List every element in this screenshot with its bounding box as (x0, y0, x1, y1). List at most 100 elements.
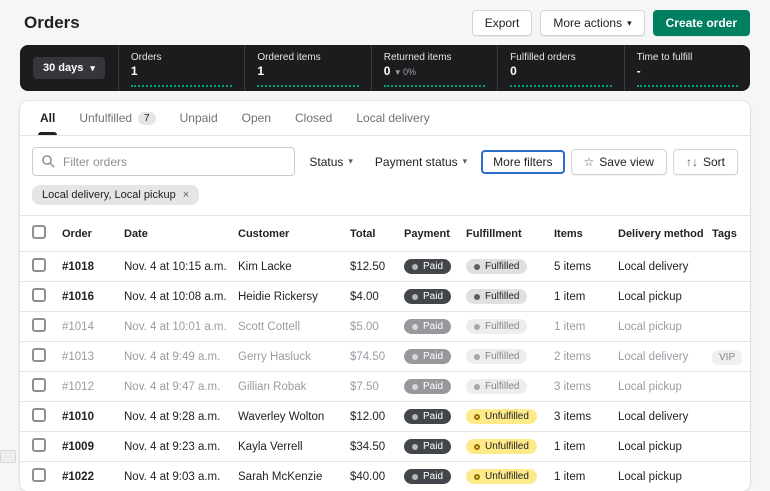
stat-fulfilled-orders[interactable]: Fulfilled orders 0 (497, 45, 623, 91)
customer-name: Gerry Hasluck (238, 351, 350, 363)
order-number[interactable]: #1016 (62, 291, 124, 303)
stat-returned-items[interactable]: Returned items 0 ▾ 0% (371, 45, 497, 91)
order-number[interactable]: #1009 (62, 441, 124, 453)
tab-closed[interactable]: Closed (283, 101, 344, 135)
items-count: 5 items (554, 261, 618, 273)
status-filter-button[interactable]: Status ▾ (301, 149, 361, 175)
more-filters-button[interactable]: More filters (481, 150, 564, 174)
sparkline (131, 85, 232, 87)
table-row[interactable]: #1009 Nov. 4 at 9:23 a.m. Kayla Verrell … (20, 432, 750, 462)
order-tag: VIP (712, 350, 742, 365)
items-count: 3 items (554, 381, 618, 393)
payment-status-filter-label: Payment status (375, 155, 458, 169)
row-checkbox[interactable] (32, 378, 46, 392)
fulfillment-status-badge: Unfulfilled (466, 409, 537, 424)
stat-value: 1 (131, 64, 232, 78)
column-header-total[interactable]: Total (350, 228, 404, 240)
column-header-customer[interactable]: Customer (238, 228, 350, 240)
sort-button[interactable]: ↑↓ Sort (673, 149, 738, 175)
tab-all[interactable]: All (28, 101, 67, 135)
table-row[interactable]: #1012 Nov. 4 at 9:47 a.m. Gillian Robak … (20, 372, 750, 402)
status-dot-icon (474, 354, 480, 360)
save-view-button[interactable]: ☆ Save view (571, 149, 667, 175)
column-header-date[interactable]: Date (124, 228, 238, 240)
tab-open[interactable]: Open (230, 101, 283, 135)
more-actions-button[interactable]: More actions ▾ (540, 10, 644, 36)
sparkline (384, 85, 485, 87)
stat-orders[interactable]: Orders 1 (118, 45, 244, 91)
items-count: 2 items (554, 351, 618, 363)
status-dot-icon (412, 324, 418, 330)
column-header-fulfillment[interactable]: Fulfillment (466, 228, 554, 240)
row-checkbox[interactable] (32, 408, 46, 422)
row-checkbox[interactable] (32, 318, 46, 332)
fulfillment-status-badge: Unfulfilled (466, 439, 537, 454)
fulfillment-status-label: Fulfilled (485, 321, 519, 332)
table-row[interactable]: #1013 Nov. 4 at 9:49 a.m. Gerry Hasluck … (20, 342, 750, 372)
fulfillment-status-label: Fulfilled (485, 351, 519, 362)
filter-toolbar: Status ▾ Payment status ▾ More filters ☆… (20, 136, 750, 183)
search-field (32, 147, 295, 176)
date-range-label: 30 days (43, 62, 83, 74)
order-number[interactable]: #1013 (62, 351, 124, 363)
checkbox-cell (32, 258, 62, 275)
table-row[interactable]: #1022 Nov. 4 at 9:03 a.m. Sarah McKenzie… (20, 462, 750, 491)
tab-local-delivery[interactable]: Local delivery (344, 101, 441, 135)
column-header-tags[interactable]: Tags (712, 228, 738, 240)
order-number[interactable]: #1018 (62, 261, 124, 273)
tab-label: Unfulfilled (79, 111, 132, 125)
fulfillment-status-badge: Unfulfilled (466, 469, 537, 484)
filter-orders-input[interactable] (32, 147, 295, 176)
checkbox-cell (32, 408, 62, 425)
row-checkbox[interactable] (32, 438, 46, 452)
stat-value: - (637, 64, 738, 78)
column-header-payment[interactable]: Payment (404, 228, 466, 240)
column-header-delivery-method[interactable]: Delivery method (618, 228, 712, 240)
payment-status-badge: Paid (404, 319, 451, 334)
select-all-checkbox[interactable] (32, 225, 46, 239)
stat-label: Fulfilled orders (510, 52, 611, 63)
fulfillment-status-label: Unfulfilled (485, 441, 529, 452)
create-order-label: Create order (666, 16, 737, 30)
column-header-order[interactable]: Order (62, 228, 124, 240)
row-checkbox[interactable] (32, 258, 46, 272)
table-row[interactable]: #1010 Nov. 4 at 9:28 a.m. Waverley Wolto… (20, 402, 750, 432)
order-number[interactable]: #1010 (62, 411, 124, 423)
order-number[interactable]: #1014 (62, 321, 124, 333)
stats-bar: 30 days ▾ Orders 1 Ordered items 1 Retur… (20, 45, 750, 91)
horizontal-scrollbar[interactable] (0, 450, 16, 463)
date-range-button[interactable]: 30 days ▾ (33, 57, 105, 79)
fulfillment-cell: Unfulfilled (466, 409, 554, 424)
close-icon[interactable]: × (183, 190, 189, 201)
order-number[interactable]: #1012 (62, 381, 124, 393)
filter-chip[interactable]: Local delivery, Local pickup × (32, 185, 199, 205)
payment-status-label: Paid (423, 261, 443, 272)
customer-name: Sarah McKenzie (238, 471, 350, 483)
caret-down-icon: ▾ (395, 68, 400, 77)
payment-status-label: Paid (423, 351, 443, 362)
status-dot-icon (474, 264, 480, 270)
stat-ordered-items[interactable]: Ordered items 1 (244, 45, 370, 91)
export-button[interactable]: Export (472, 10, 533, 36)
create-order-button[interactable]: Create order (653, 10, 750, 36)
row-checkbox[interactable] (32, 468, 46, 482)
order-number[interactable]: #1022 (62, 471, 124, 483)
row-checkbox[interactable] (32, 348, 46, 362)
sparkline (637, 85, 738, 87)
status-dot-icon (412, 474, 418, 480)
status-dot-icon (412, 264, 418, 270)
row-checkbox[interactable] (32, 288, 46, 302)
column-header-items[interactable]: Items (554, 228, 618, 240)
order-date: Nov. 4 at 9:49 a.m. (124, 351, 238, 363)
payment-status-label: Paid (423, 321, 443, 332)
tab-unpaid[interactable]: Unpaid (168, 101, 230, 135)
payment-status-filter-button[interactable]: Payment status ▾ (367, 149, 475, 175)
search-icon (41, 154, 56, 169)
tab-unfulfilled[interactable]: Unfulfilled 7 (67, 101, 167, 135)
table-row[interactable]: #1018 Nov. 4 at 10:15 a.m. Kim Lacke $12… (20, 252, 750, 282)
page-title: Orders (24, 13, 80, 33)
status-filter-label: Status (309, 155, 343, 169)
table-row[interactable]: #1014 Nov. 4 at 10:01 a.m. Scott Cottell… (20, 312, 750, 342)
stat-time-to-fulfill[interactable]: Time to fulfill - (624, 45, 750, 91)
table-row[interactable]: #1016 Nov. 4 at 10:08 a.m. Heidie Ricker… (20, 282, 750, 312)
